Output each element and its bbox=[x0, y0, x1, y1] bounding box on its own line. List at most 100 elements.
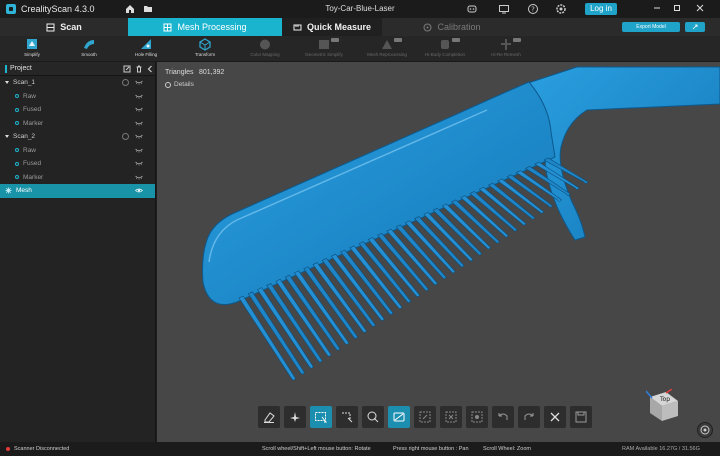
delete-icon[interactable] bbox=[135, 65, 143, 73]
tree-item-label: Marker bbox=[23, 119, 44, 127]
hint-pan: Press right mouse button : Pan bbox=[393, 446, 469, 452]
redo-button[interactable] bbox=[518, 406, 540, 428]
hole-filling-icon bbox=[141, 39, 151, 49]
tree-group-label: Scan_1 bbox=[13, 79, 36, 87]
hi-re-remesh-tool[interactable]: Hi-Re Remesh bbox=[479, 37, 533, 61]
tree-item-raw[interactable]: Raw bbox=[0, 144, 155, 158]
tree-group-label: Scan_2 bbox=[13, 133, 36, 141]
hole-filling-tool[interactable]: Hole Filling bbox=[119, 37, 173, 61]
eraser-button[interactable] bbox=[258, 406, 280, 428]
invert-selection-icon bbox=[419, 411, 431, 423]
mesh-reprocessing-tool[interactable]: Mesh Reprocessing bbox=[360, 37, 414, 61]
rect-select-button[interactable] bbox=[310, 406, 332, 428]
expand-icon[interactable] bbox=[5, 81, 9, 85]
view-cube[interactable]: Top bbox=[646, 389, 680, 423]
hi-body-completion-tool[interactable]: Hi-Body Completion bbox=[418, 37, 472, 61]
close-icon[interactable] bbox=[695, 3, 705, 13]
smooth-label: Smooth bbox=[81, 52, 97, 57]
tree-item-fused[interactable]: Fused bbox=[0, 157, 155, 171]
export-model-button[interactable]: Export Model bbox=[622, 22, 680, 32]
color-mapping-tool[interactable]: Color Mapping bbox=[238, 37, 292, 61]
point-select-button[interactable] bbox=[284, 406, 306, 428]
hi-re-remesh-label: Hi-Re Remesh bbox=[491, 52, 521, 57]
project-panel-header: Project bbox=[0, 62, 155, 76]
tree-item-label: Raw bbox=[23, 92, 37, 100]
minimize-icon[interactable] bbox=[652, 3, 662, 13]
item-status-dot bbox=[15, 175, 19, 180]
help-icon[interactable]: ? bbox=[527, 3, 539, 15]
group-settings-icon[interactable] bbox=[122, 79, 129, 86]
status-bar: Scanner Disconnected Scroll wheel/Shift+… bbox=[0, 442, 720, 456]
eye-hidden-icon[interactable] bbox=[135, 148, 143, 153]
tree-group-scan-1[interactable]: Scan_1 bbox=[0, 76, 155, 90]
color-mapping-icon bbox=[260, 39, 270, 50]
tree-group-scan-2[interactable]: Scan_2 bbox=[0, 130, 155, 144]
invert-selection-button[interactable] bbox=[414, 406, 436, 428]
connected-select-icon bbox=[471, 411, 483, 423]
hint-rotate: Scroll wheel/Shift+Left mouse button: Ro… bbox=[262, 446, 371, 452]
delete-selection-button[interactable] bbox=[544, 406, 566, 428]
export-icon[interactable] bbox=[123, 65, 131, 73]
brush-icon bbox=[367, 411, 379, 423]
eye-hidden-icon[interactable] bbox=[135, 134, 143, 139]
eraser-icon bbox=[264, 412, 275, 423]
pro-badge bbox=[513, 38, 521, 42]
navigation-button[interactable] bbox=[697, 422, 713, 438]
tab-scan-label: Scan bbox=[60, 22, 82, 32]
select-through-icon bbox=[393, 412, 405, 422]
eye-hidden-icon[interactable] bbox=[135, 161, 143, 166]
item-status-dot bbox=[15, 107, 19, 112]
brush-select-button[interactable] bbox=[362, 406, 384, 428]
simplify-tool[interactable]: Simplify bbox=[5, 37, 59, 61]
restore-icon[interactable] bbox=[672, 3, 682, 13]
monitor-icon[interactable] bbox=[498, 3, 510, 15]
login-button[interactable]: Log in bbox=[585, 3, 617, 15]
app-logo bbox=[6, 4, 16, 14]
save-button[interactable] bbox=[570, 406, 592, 428]
eye-hidden-icon[interactable] bbox=[135, 175, 143, 180]
connected-select-button[interactable] bbox=[466, 406, 488, 428]
home-icon[interactable] bbox=[125, 4, 135, 14]
clear-selection-button[interactable] bbox=[440, 406, 462, 428]
tab-mesh-processing[interactable]: Mesh Processing bbox=[128, 18, 282, 36]
tree-item-marker[interactable]: Marker bbox=[0, 171, 155, 185]
collapse-panel-icon[interactable] bbox=[146, 65, 154, 73]
tree-item-label: Fused bbox=[23, 106, 42, 114]
lasso-select-button[interactable] bbox=[336, 406, 358, 428]
eye-visible-icon[interactable] bbox=[135, 188, 143, 193]
select-through-button[interactable] bbox=[388, 406, 410, 428]
project-panel: Project Scan_1 Raw Fused Marker Scan_2 R… bbox=[0, 62, 156, 442]
app-title: CrealityScan 4.3.0 bbox=[21, 4, 95, 14]
comb-mesh-model[interactable] bbox=[157, 62, 720, 442]
point-select-icon bbox=[290, 412, 300, 422]
tree-item-fused[interactable]: Fused bbox=[0, 103, 155, 117]
eye-hidden-icon[interactable] bbox=[135, 107, 143, 112]
tree-item-mesh[interactable]: Mesh bbox=[0, 184, 155, 198]
tree-item-label: Mesh bbox=[16, 187, 32, 195]
tab-scan[interactable]: Scan bbox=[0, 18, 128, 36]
geometric-simplify-label: Geometric Simplify bbox=[305, 52, 343, 57]
3d-viewport[interactable]: Triangles 801,392 Details Top bbox=[157, 62, 720, 442]
folder-icon[interactable] bbox=[143, 4, 153, 14]
mesh-reprocessing-label: Mesh Reprocessing bbox=[367, 52, 407, 57]
tab-quick-measure[interactable]: Quick Measure bbox=[282, 18, 382, 36]
share-button[interactable] bbox=[685, 22, 705, 32]
tab-calibration[interactable]: Calibration bbox=[382, 18, 522, 36]
eye-hidden-icon[interactable] bbox=[135, 94, 143, 99]
geometric-simplify-tool[interactable]: Geometric Simplify bbox=[297, 37, 351, 61]
smooth-tool[interactable]: Smooth bbox=[62, 37, 116, 61]
expand-icon[interactable] bbox=[5, 135, 9, 139]
ruler-icon bbox=[293, 24, 302, 30]
hi-re-remesh-icon bbox=[501, 39, 511, 50]
tree-item-marker[interactable]: Marker bbox=[0, 117, 155, 131]
eye-hidden-icon[interactable] bbox=[135, 121, 143, 126]
comb-tooth bbox=[358, 241, 412, 303]
eye-hidden-icon[interactable] bbox=[135, 80, 143, 85]
transform-tool[interactable]: Transform bbox=[178, 37, 232, 61]
group-settings-icon[interactable] bbox=[122, 133, 129, 140]
settings-icon[interactable] bbox=[555, 3, 567, 15]
community-icon[interactable] bbox=[466, 3, 478, 15]
svg-text:?: ? bbox=[531, 6, 535, 14]
undo-button[interactable] bbox=[492, 406, 514, 428]
tree-item-raw[interactable]: Raw bbox=[0, 90, 155, 104]
